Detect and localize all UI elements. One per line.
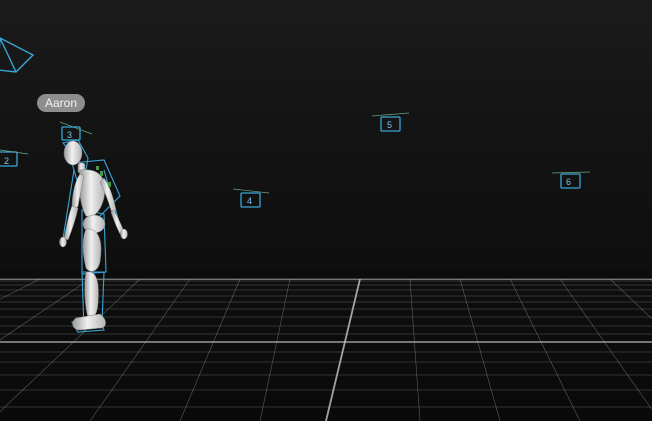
camera-3-number: 3	[67, 130, 72, 140]
3d-viewport[interactable]: 2 3 4 5 6 Aaron	[0, 0, 652, 421]
camera-4-number: 4	[247, 196, 252, 206]
actor-mannequin[interactable]	[59, 139, 128, 333]
mannequin-body	[59, 140, 128, 331]
camera-2-number: 2	[4, 156, 9, 166]
camera-frustum-1[interactable]	[0, 37, 35, 73]
camera-4[interactable]: 4	[232, 188, 270, 208]
camera-2[interactable]: 2	[0, 149, 29, 167]
camera-6[interactable]: 6	[551, 171, 591, 189]
camera-6-number: 6	[566, 177, 571, 187]
camera-5-number: 5	[387, 120, 392, 130]
scene-canvas[interactable]: 2 3 4 5 6	[0, 0, 652, 421]
camera-3[interactable]: 3	[59, 121, 93, 141]
actor-name-label[interactable]: Aaron	[37, 94, 86, 112]
camera-5[interactable]: 5	[371, 112, 410, 132]
